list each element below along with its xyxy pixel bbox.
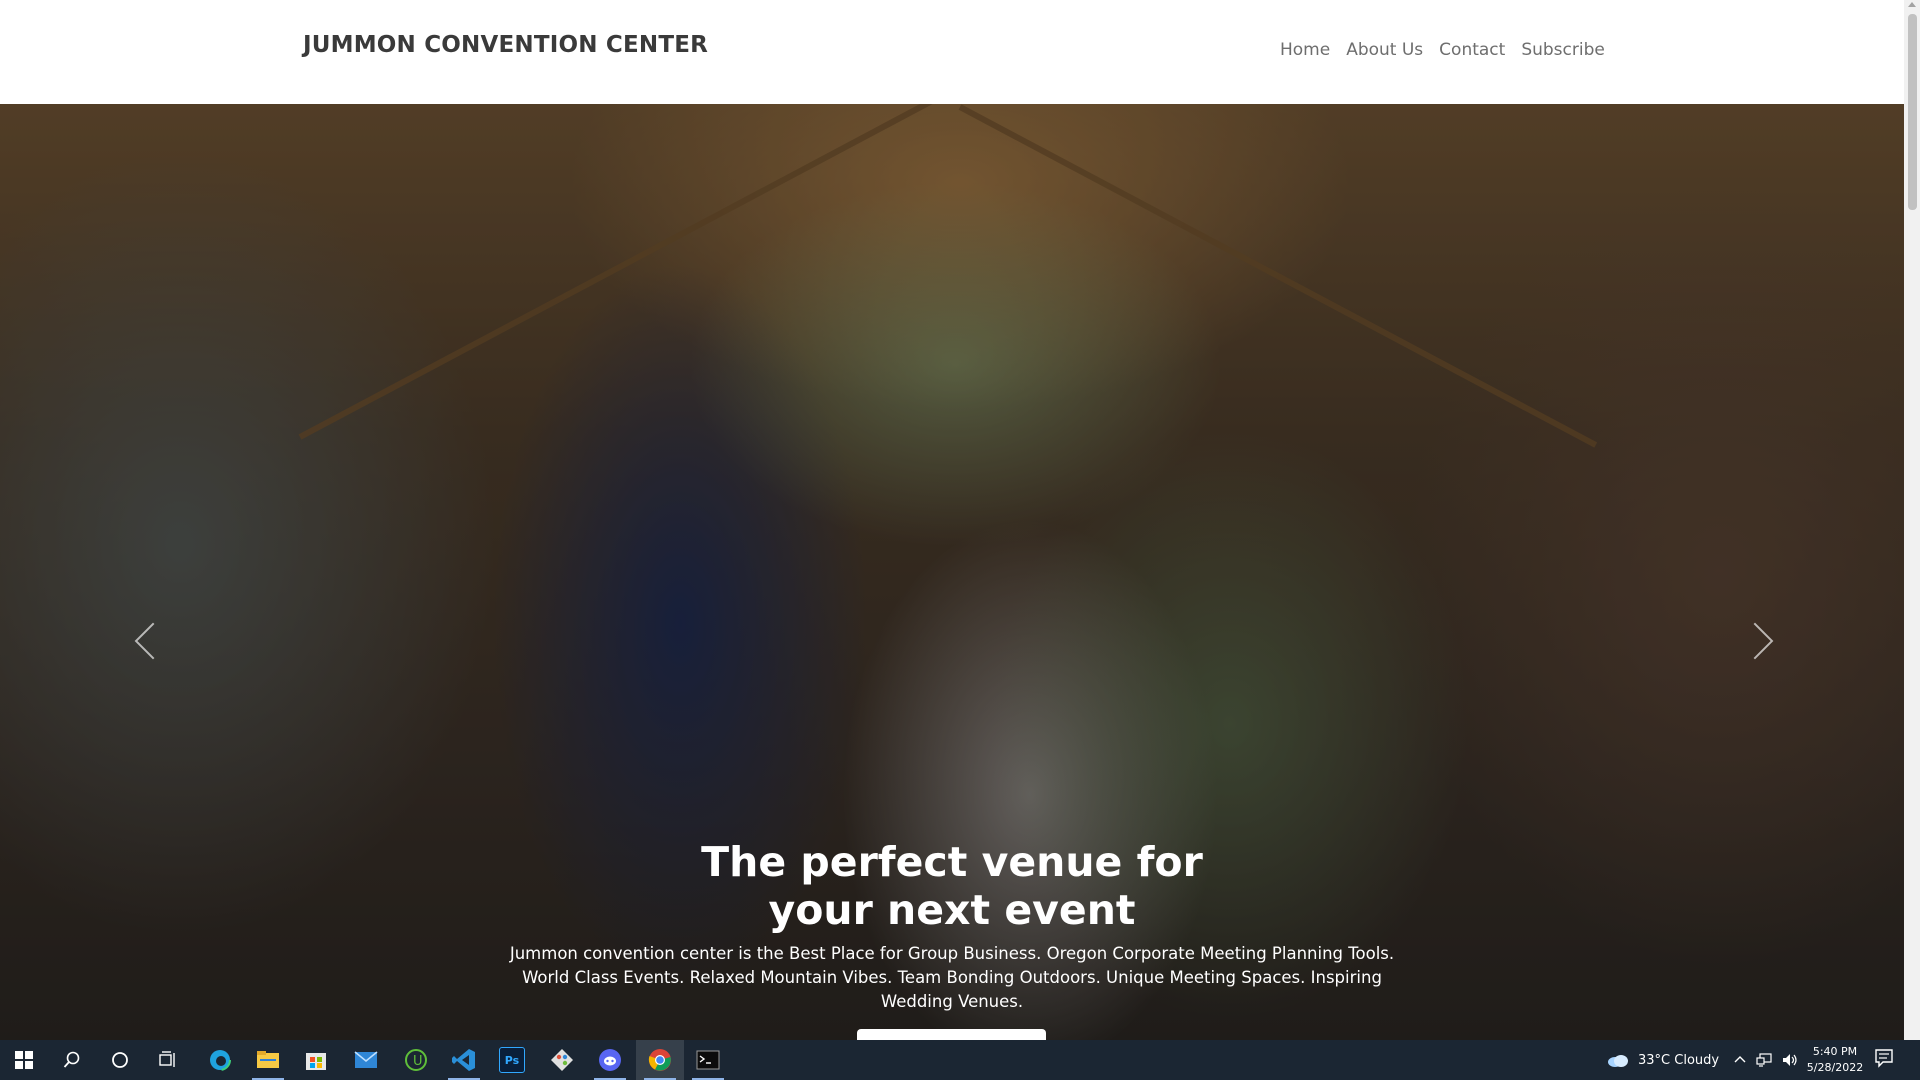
- terminal-icon: [696, 1050, 720, 1070]
- svg-text:U: U: [413, 1054, 423, 1069]
- discord-icon: [599, 1049, 621, 1071]
- taskbar-upwork[interactable]: U: [392, 1040, 440, 1080]
- windows-taskbar: U Ps 33°C Cloudy 5:40 PM 5/28/2022: [0, 1040, 1920, 1080]
- start-button[interactable]: [0, 1040, 48, 1080]
- notification-icon: [1875, 1049, 1893, 1068]
- volume-icon[interactable]: [1782, 1053, 1798, 1067]
- cortana-icon: [112, 1052, 128, 1068]
- edge-icon: [209, 1049, 231, 1071]
- mail-icon: [354, 1051, 378, 1068]
- taskbar-edge[interactable]: [196, 1040, 244, 1080]
- nav-home-link[interactable]: Home: [1280, 40, 1330, 60]
- chrome-icon: [648, 1049, 671, 1071]
- nav-contact-link[interactable]: Contact: [1439, 40, 1505, 60]
- scrollbar-thumb[interactable]: [1908, 14, 1917, 210]
- action-center-button[interactable]: [1874, 1048, 1898, 1072]
- taskbar-photoshop[interactable]: Ps: [488, 1040, 536, 1080]
- taskbar-chrome[interactable]: [636, 1040, 684, 1080]
- taskbar-store[interactable]: [292, 1040, 340, 1080]
- taskbar-git-client[interactable]: [538, 1040, 586, 1080]
- nav-subscribe-link[interactable]: Subscribe: [1521, 40, 1605, 60]
- scroll-up-icon[interactable]: [1908, 2, 1916, 7]
- network-icon[interactable]: [1756, 1053, 1772, 1067]
- taskbar-terminal[interactable]: [684, 1040, 732, 1080]
- cloud-icon: [1608, 1055, 1628, 1067]
- hero-description: Jummon convention center is the Best Pla…: [509, 944, 1395, 1011]
- vscode-icon: [452, 1049, 475, 1071]
- site-navbar: JUMMON CONVENTION CENTER Home About Us C…: [0, 0, 1904, 104]
- start-icon: [15, 1051, 33, 1069]
- photoshop-icon: Ps: [499, 1047, 525, 1073]
- clock-date: 5/28/2022: [1806, 1061, 1864, 1074]
- search-icon: [63, 1051, 80, 1068]
- site-brand[interactable]: JUMMON CONVENTION CENTER: [303, 32, 708, 58]
- taskbar-discord[interactable]: [586, 1040, 634, 1080]
- cortana-button[interactable]: [96, 1040, 144, 1080]
- taskbar-clock[interactable]: 5:40 PM 5/28/2022: [1800, 1044, 1870, 1076]
- search-button[interactable]: [48, 1040, 96, 1080]
- browser-page: JUMMON CONVENTION CENTER Home About Us C…: [0, 0, 1904, 1040]
- weather-text: 33°C Cloudy: [1638, 1052, 1720, 1068]
- task-view-button[interactable]: [144, 1040, 192, 1080]
- hero-title: The perfect venue for your next event: [701, 838, 1203, 934]
- upwork-icon: U: [405, 1049, 427, 1071]
- taskbar-file-explorer[interactable]: [244, 1040, 292, 1080]
- system-tray: [1734, 1040, 1798, 1080]
- hero-cta-button[interactable]: [857, 1029, 1046, 1040]
- nav-links: Home About Us Contact Subscribe: [1280, 40, 1605, 60]
- taskbar-mail[interactable]: [342, 1040, 390, 1080]
- git-icon: [551, 1049, 573, 1071]
- nav-about-link[interactable]: About Us: [1346, 40, 1423, 60]
- weather-widget[interactable]: 33°C Cloudy: [1606, 1040, 1719, 1080]
- task-view-icon: [159, 1051, 175, 1067]
- clock-time: 5:40 PM: [1812, 1045, 1858, 1058]
- taskbar-vscode[interactable]: [440, 1040, 488, 1080]
- store-icon: [306, 1053, 326, 1070]
- file-explorer-icon: [257, 1051, 279, 1068]
- page-scrollbar[interactable]: [1904, 0, 1920, 1040]
- chevron-up-icon[interactable]: [1734, 1054, 1746, 1066]
